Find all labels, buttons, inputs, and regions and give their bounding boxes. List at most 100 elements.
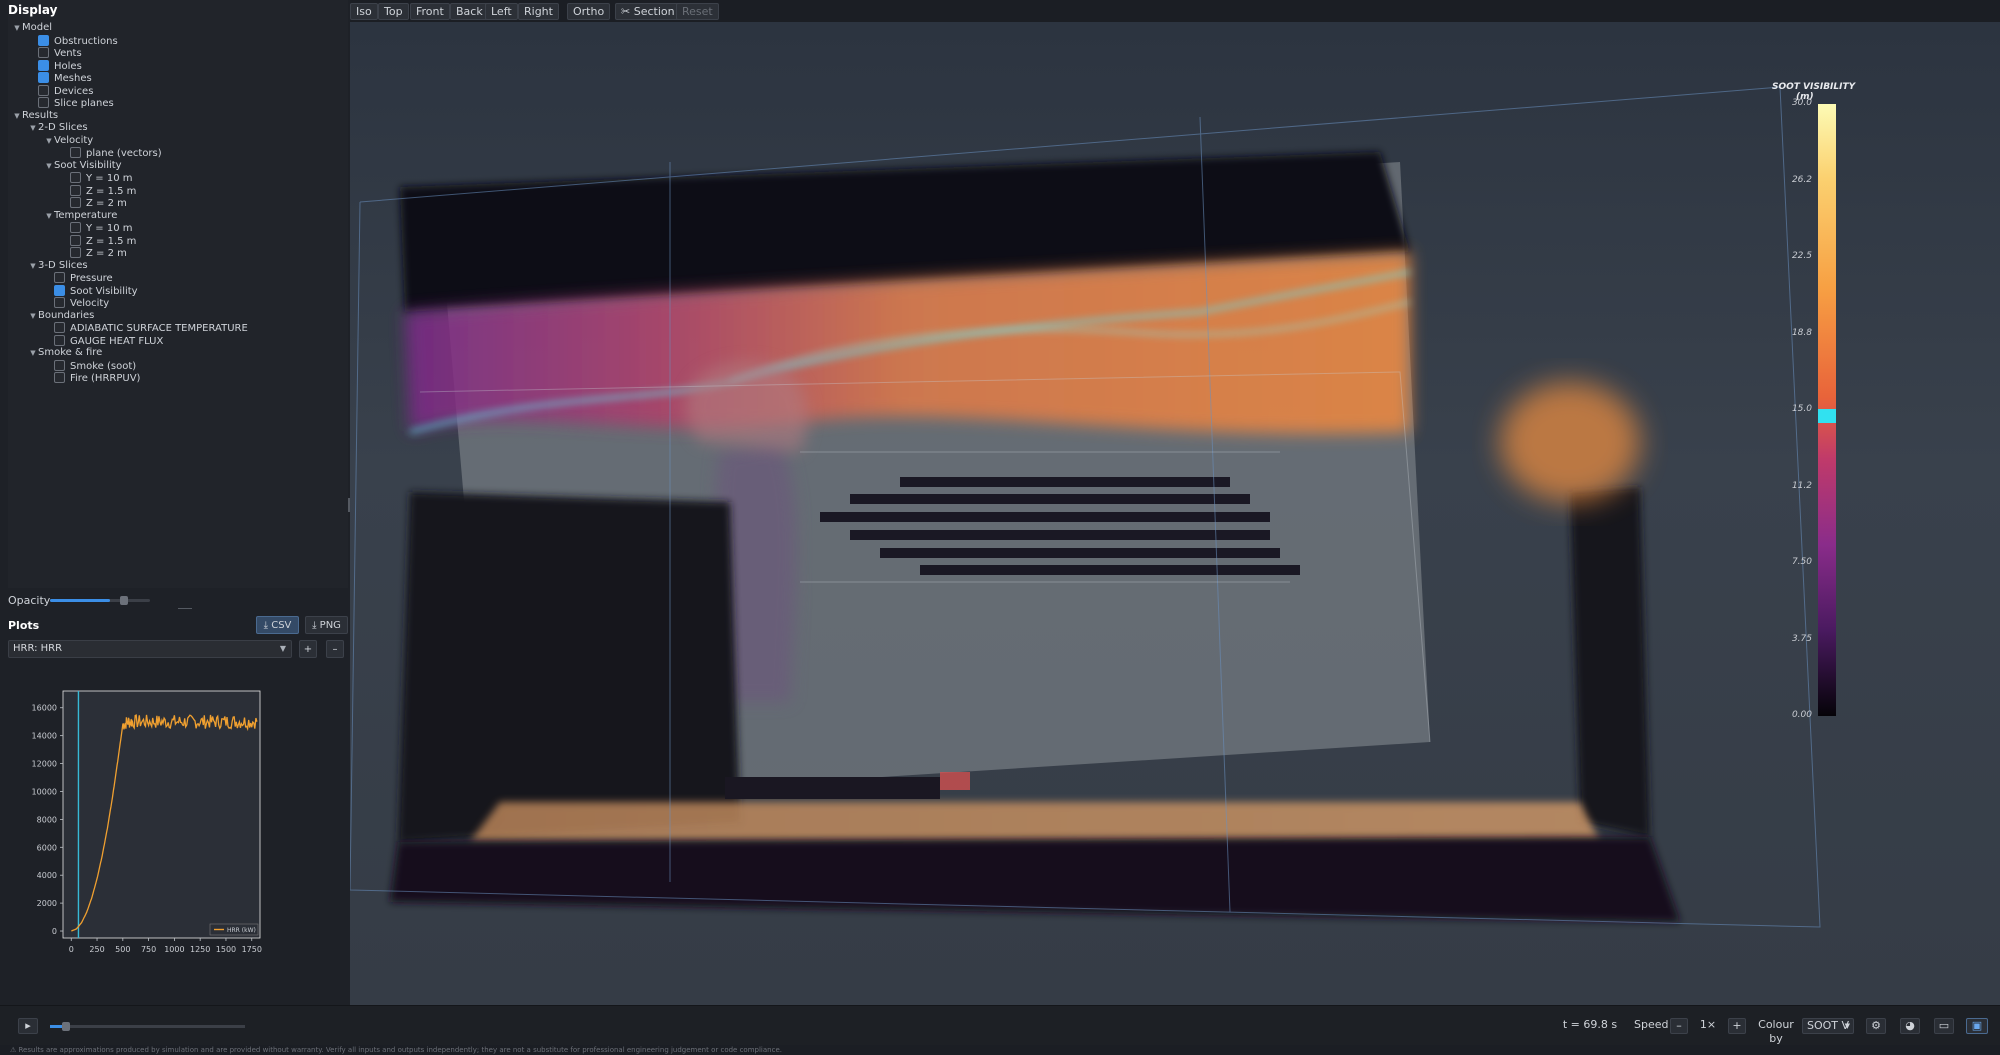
3d-viewport[interactable]: SOOT VISIBILITY (m) 30.0 26.2 22.5 18.8 15.0…	[350, 22, 2000, 1005]
expand-arrow-icon[interactable]: ▼	[44, 210, 54, 222]
checkbox[interactable]	[38, 47, 49, 58]
expand-arrow-icon[interactable]: ▼	[44, 135, 54, 147]
tree-item[interactable]: ADIABATIC SURFACE TEMPERATURE	[44, 322, 248, 334]
view-front-button[interactable]: Front	[410, 3, 450, 20]
expand-arrow-icon[interactable]: ▼	[12, 22, 22, 34]
tree-item[interactable]: Velocity	[44, 297, 109, 309]
checkbox[interactable]	[38, 97, 49, 108]
checkbox[interactable]	[70, 247, 81, 258]
tree-item[interactable]: Smoke (soot)	[44, 359, 136, 372]
checkbox[interactable]	[70, 197, 81, 208]
checkbox[interactable]	[54, 284, 65, 296]
tree-item[interactable]: ▼ Smoke & fire	[28, 347, 102, 359]
screenshot-icon[interactable]: ▣	[1966, 1018, 1988, 1034]
checkbox[interactable]	[54, 322, 65, 333]
checkbox[interactable]	[54, 272, 65, 283]
plot-select-value: HRR: HRR	[13, 643, 63, 654]
tree-item[interactable]: plane (vectors)	[60, 147, 162, 159]
tree-item-label: Y = 10 m	[86, 223, 133, 234]
view-iso-button[interactable]: Iso	[350, 3, 378, 20]
colour-by-label: Colour by	[1758, 1018, 1794, 1045]
checkbox[interactable]	[70, 147, 81, 158]
settings-gear-icon[interactable]: ⚙	[1866, 1018, 1886, 1034]
checkbox[interactable]	[38, 72, 49, 83]
checkbox[interactable]	[54, 297, 65, 308]
tree-item[interactable]: ▼ Temperature	[44, 210, 117, 222]
tree-item[interactable]: ▼ 3-D Slices	[28, 260, 87, 272]
section-button[interactable]: ✂ Section	[615, 3, 681, 20]
tree-item[interactable]: Vents	[28, 47, 82, 59]
expand-arrow-icon[interactable]: ▼	[28, 122, 38, 134]
speed-decrease-button[interactable]: –	[1670, 1018, 1688, 1034]
checkbox[interactable]	[38, 59, 49, 71]
speed-increase-button[interactable]: +	[1728, 1018, 1746, 1034]
expand-arrow-icon[interactable]: ▼	[12, 110, 22, 122]
time-slider-handle[interactable]	[62, 1022, 71, 1031]
tree-item[interactable]: ▼ Boundaries	[28, 310, 94, 322]
tree-item[interactable]: ▼ 2-D Slices	[28, 122, 87, 134]
x-tick-label: 1750	[242, 945, 262, 954]
view-left-button[interactable]: Left	[485, 3, 518, 20]
view-back-button[interactable]: Back	[450, 3, 489, 20]
tree-item[interactable]: ▼ Velocity	[44, 135, 93, 147]
opacity-slider[interactable]	[50, 596, 150, 605]
tree-item-label: Slice planes	[54, 98, 114, 109]
play-button[interactable]: ▸	[18, 1018, 38, 1034]
tree-item[interactable]: Y = 10 m	[60, 172, 133, 184]
y-tick-label: 4000	[37, 871, 57, 880]
reset-button[interactable]: Reset	[676, 3, 719, 20]
time-slider[interactable]	[50, 1022, 245, 1031]
checkbox[interactable]	[70, 172, 81, 183]
tree-item[interactable]: ▼ Model	[12, 22, 52, 34]
tree-item[interactable]: Devices	[28, 84, 94, 97]
tree-item[interactable]: Fire (HRRPUV)	[44, 372, 140, 384]
tree-item-label: Devices	[54, 85, 94, 97]
divider-grip[interactable]	[178, 608, 192, 609]
tree-item[interactable]: Obstructions	[28, 34, 118, 47]
checkbox[interactable]	[70, 234, 81, 246]
checkbox[interactable]	[54, 372, 65, 383]
expand-arrow-icon[interactable]: ▼	[28, 347, 38, 359]
palette-icon[interactable]: ◕	[1900, 1018, 1920, 1034]
export-csv-button[interactable]: ⤓ CSV	[256, 616, 299, 634]
x-tick-label: 1250	[190, 945, 210, 954]
view-top-button[interactable]: Top	[378, 3, 409, 20]
plot-select[interactable]: HRR: HRR ▼	[8, 640, 292, 658]
tree-item[interactable]: Slice planes	[28, 97, 114, 109]
expand-arrow-icon[interactable]: ▼	[28, 260, 38, 272]
opacity-label: Opacity	[8, 594, 51, 607]
checkbox[interactable]	[38, 34, 49, 46]
tree-item[interactable]: Z = 1.5 m	[60, 234, 136, 247]
colorbar: SOOT VISIBILITY (m) 30.0 26.2 22.5 18.8 15.0…	[1772, 82, 1892, 742]
colorbar-tick-label: 18.8	[1791, 327, 1812, 338]
add-plot-button[interactable]: +	[299, 640, 317, 658]
colour-by-select[interactable]: SOOT V ▼	[1802, 1018, 1854, 1034]
remove-plot-button[interactable]: –	[326, 640, 344, 658]
tree-item[interactable]: Z = 1.5 m	[60, 184, 136, 197]
tree-item[interactable]: Holes	[28, 59, 82, 72]
tree-item[interactable]: Pressure	[44, 272, 113, 284]
view-right-button[interactable]: Right	[518, 3, 559, 20]
ortho-button[interactable]: Ortho	[567, 3, 611, 20]
tree-item[interactable]: Meshes	[28, 72, 92, 84]
ruler-icon[interactable]: ▭	[1934, 1018, 1954, 1034]
y-tick-label: 6000	[37, 843, 57, 852]
tree-item[interactable]: Y = 10 m	[60, 222, 133, 234]
checkbox[interactable]	[54, 334, 65, 346]
expand-arrow-icon[interactable]: ▼	[44, 160, 54, 172]
plots-header: Plots ⤓ CSV ⤓ PNG	[8, 616, 348, 640]
tree-item[interactable]: GAUGE HEAT FLUX	[44, 334, 163, 347]
checkbox[interactable]	[38, 84, 49, 96]
export-png-button[interactable]: ⤓ PNG	[305, 616, 348, 634]
tree-item[interactable]: Z = 2 m	[60, 197, 127, 209]
checkbox[interactable]	[54, 359, 65, 371]
tree-item[interactable]: ▼ Results	[12, 110, 58, 122]
opacity-slider-handle[interactable]	[120, 596, 128, 605]
checkbox[interactable]	[70, 184, 81, 196]
x-tick-label: 0	[69, 945, 74, 954]
checkbox[interactable]	[70, 222, 81, 233]
tree-item[interactable]: Z = 2 m	[60, 247, 127, 259]
tree-item[interactable]: Soot Visibility	[44, 284, 138, 297]
expand-arrow-icon[interactable]: ▼	[28, 310, 38, 322]
tree-item[interactable]: ▼ Soot Visibility	[44, 160, 121, 172]
